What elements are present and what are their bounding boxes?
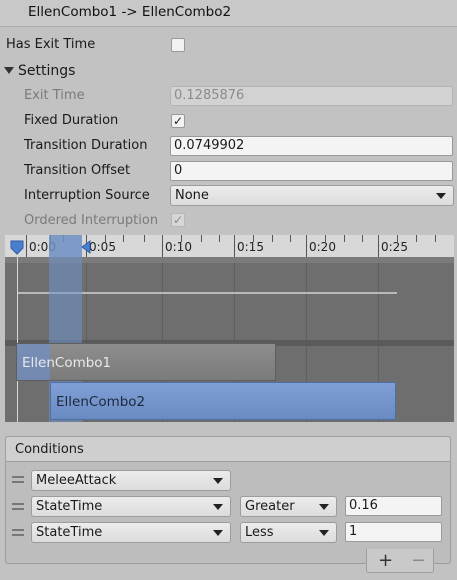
condition-parameter-dropdown[interactable]: StateTime [31,496,231,517]
condition-mode-value: Less [245,525,274,540]
window-title: EllenCombo1 -> EllenCombo2 [28,4,232,20]
drag-handle-icon[interactable] [12,529,24,536]
chevron-down-icon [436,193,446,199]
destination-clip[interactable]: EllenCombo2 [50,382,396,420]
interruption-source-value: None [175,188,209,203]
tick-label: 0:10 [165,240,192,254]
source-clip[interactable]: EllenCombo1 [16,343,276,381]
transition-range-marker[interactable] [49,235,82,257]
transition-offset-field[interactable]: 0 [170,161,453,181]
condition-parameter-dropdown[interactable]: MeleeAttack [31,470,231,491]
exit-time-label: Exit Time [24,88,85,103]
transition-offset-label: Transition Offset [24,163,131,178]
fixed-duration-checkbox[interactable]: ✓ [171,114,185,128]
condition-mode-dropdown[interactable]: Less [240,522,337,543]
condition-parameter-value: StateTime [36,499,103,514]
condition-parameter-dropdown[interactable]: StateTime [31,522,231,543]
drag-handle-icon[interactable] [12,476,24,483]
chevron-down-icon [213,530,223,536]
exit-time-field: 0.1285876 [170,86,453,106]
playhead-line [17,257,18,422]
fixed-duration-label: Fixed Duration [24,113,119,128]
interruption-source-label: Interruption Source [24,188,150,203]
condition-parameter-value: StateTime [36,525,103,540]
chevron-down-icon [213,478,223,484]
chevron-down-icon [319,530,329,536]
start-marker-icon[interactable] [9,239,25,255]
timeline-ruler[interactable]: 0:00 0:05 0:10 0:15 0:20 0:25 [5,235,454,258]
condition-mode-dropdown[interactable]: Greater [240,496,337,517]
drag-handle-icon[interactable] [12,503,24,510]
conditions-title: Conditions [15,442,84,457]
timeline-graph[interactable]: EllenCombo1 EllenCombo2 [5,257,454,422]
condition-value-field[interactable]: 1 [345,522,442,542]
tick-label: 0:05 [89,240,116,254]
condition-mode-value: Greater [245,499,295,514]
chevron-down-icon [213,504,223,510]
interruption-source-dropdown[interactable]: None [170,185,454,206]
ordered-interruption-label: Ordered Interruption [24,213,159,228]
tick-label: 0:25 [381,240,408,254]
destination-clip-label: EllenCombo2 [56,394,146,410]
remove-condition-button[interactable]: − [411,552,426,570]
has-exit-time-checkbox[interactable] [171,38,185,52]
condition-value-field[interactable]: 0.16 [345,496,442,516]
foldout-arrow-icon[interactable] [4,67,14,74]
tick-label: 0:20 [309,240,336,254]
transition-duration-field[interactable]: 0.0749902 [170,136,453,156]
chevron-down-icon [319,504,329,510]
ordered-interruption-checkbox: ✓ [171,213,185,227]
tick-label: 0:15 [237,240,264,254]
source-clip-label: EllenCombo1 [22,355,112,371]
end-marker-icon[interactable] [81,239,91,255]
transition-duration-label: Transition Duration [24,138,148,153]
add-condition-button[interactable]: + [378,552,393,570]
settings-foldout-label[interactable]: Settings [18,63,75,79]
has-exit-time-label: Has Exit Time [6,37,96,52]
condition-parameter-value: MeleeAttack [36,473,117,488]
